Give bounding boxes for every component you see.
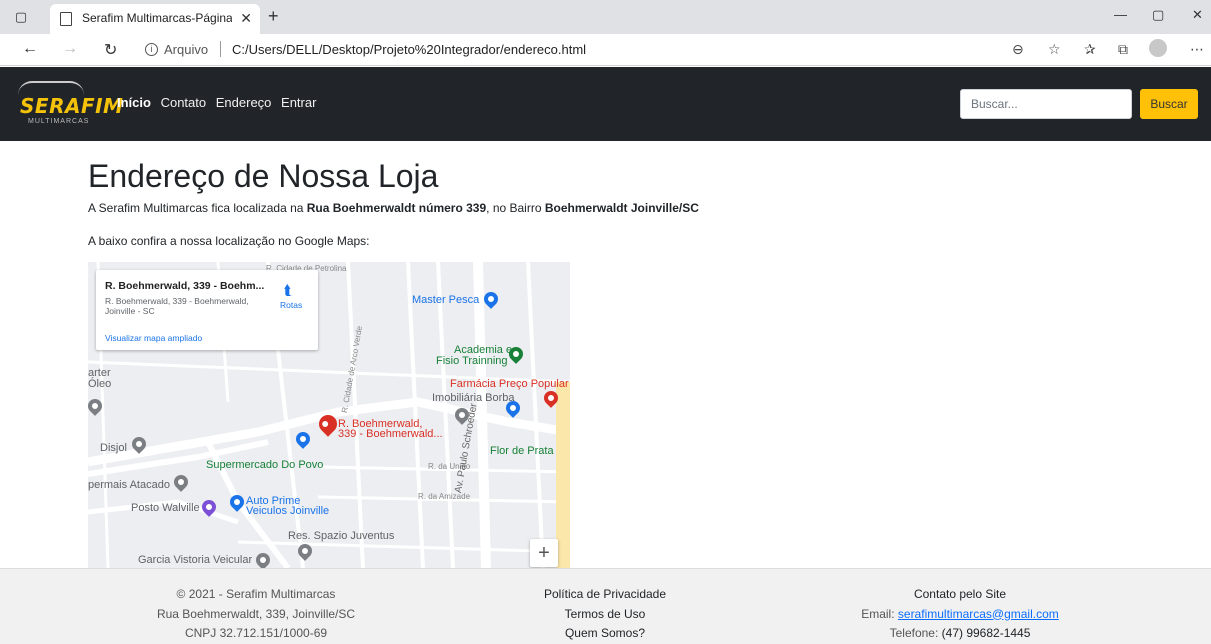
logo-subtext: MULTIMARCAS: [28, 118, 90, 125]
nav-link-endereco[interactable]: Endereço: [216, 95, 272, 110]
search-input[interactable]: [960, 89, 1132, 119]
zoom-in-button[interactable]: +: [530, 539, 558, 567]
map-card-title: R. Boehmerwald, 339 - Boehm...: [105, 280, 265, 292]
minimize-icon[interactable]: —: [1114, 7, 1127, 22]
place-label[interactable]: Master Pesca: [412, 294, 479, 306]
nav-links: Início Contato Endereço Entrar: [117, 95, 322, 110]
car-logo-icon: [18, 81, 84, 95]
footer-email-link[interactable]: serafimultimarcas@gmail.com: [898, 607, 1059, 621]
place-label[interactable]: Posto Walville: [131, 502, 200, 514]
profile-avatar[interactable]: [1149, 39, 1167, 57]
nav-link-inicio[interactable]: Início: [117, 95, 151, 110]
footer-contact-title: Contato pelo Site: [913, 587, 1007, 601]
place-label[interactable]: Fisio Trainning: [436, 355, 508, 367]
place-label[interactable]: Flor de Prata: [490, 445, 554, 457]
map-card-address: R. Boehmerwald, 339 - Boehmerwald, Joinv…: [105, 296, 249, 316]
sidebar-toggle-icon[interactable]: ▢: [12, 8, 30, 26]
intro-district: Boehmerwaldt Joinville/SC: [544, 201, 699, 215]
url-field[interactable]: C:/Users/DELL/Desktop/Projeto%20Integrad…: [232, 42, 586, 57]
map-info-card: R. Boehmerwald, 339 - Boehm... R. Boehme…: [96, 270, 318, 350]
tab-title: Serafim Multimarcas-Página Inici: [82, 11, 232, 25]
more-icon[interactable]: ⋯: [1190, 41, 1204, 58]
place-label[interactable]: Supermercado Do Povo: [206, 459, 323, 471]
site-logo[interactable]: SERAFIM MULTIMARCAS: [12, 81, 123, 129]
browser-tab[interactable]: Serafim Multimarcas-Página Inici ✕: [50, 4, 260, 34]
place-label[interactable]: permais Atacado: [88, 479, 170, 491]
place-label[interactable]: Óleo: [88, 378, 111, 390]
info-icon[interactable]: i: [145, 43, 158, 56]
footer-company-info: © 2021 - Serafim Multimarcas Rua Boehmer…: [76, 585, 436, 644]
footer-link-about[interactable]: Quem Somos?: [425, 624, 785, 644]
close-tab-icon[interactable]: ✕: [240, 10, 252, 27]
footer-email-line: Email: serafimultimarcas@gmail.com: [780, 605, 1140, 625]
footer-links: Política de Privacidade Termos de Uso Qu…: [425, 585, 785, 644]
refresh-icon[interactable]: ↻: [104, 40, 117, 60]
place-label[interactable]: Disjol: [100, 442, 127, 454]
back-arrow-icon[interactable]: ←: [22, 40, 38, 58]
place-label[interactable]: Res. Spazio Juventus: [288, 530, 394, 542]
footer-cnpj: CNPJ 32.712.151/1000-69: [184, 626, 328, 640]
place-label[interactable]: Imobiliária Borba: [432, 392, 515, 404]
google-map[interactable]: R. Cidade de Petrolina R. da União R. da…: [88, 262, 570, 568]
intro-middle: , no Bairro: [486, 201, 545, 215]
address-bar: ← → ↻ i Arquivo C:/Users/DELL/Desktop/Pr…: [0, 34, 1211, 66]
view-larger-map-link[interactable]: Visualizar mapa ampliado: [105, 333, 202, 343]
footer-link-privacy[interactable]: Política de Privacidade: [425, 585, 785, 605]
browser-tab-bar: ▢ Serafim Multimarcas-Página Inici ✕ + —…: [0, 0, 1211, 34]
address-scheme-label: Arquivo: [164, 42, 209, 57]
intro-prefix: A Serafim Multimarcas fica localizada na: [88, 201, 307, 215]
intro-street: Rua Boehmerwaldt número 339: [306, 201, 487, 215]
site-navbar: SERAFIM MULTIMARCAS Início Contato Ender…: [0, 67, 1211, 141]
directions-link[interactable]: Rotas: [280, 300, 302, 310]
place-label[interactable]: Garcia Vistoria Veicular: [138, 554, 252, 566]
forward-arrow-icon[interactable]: →: [62, 40, 78, 58]
footer-phone-label: Telefone:: [889, 626, 942, 640]
collections-icon[interactable]: ⧉: [1118, 41, 1128, 58]
footer-link-terms[interactable]: Termos de Uso: [425, 605, 785, 625]
page-icon: [60, 12, 72, 26]
footer-phone: (47) 99682-1445: [941, 626, 1031, 640]
directions-icon[interactable]: ⮬: [284, 282, 292, 299]
place-label[interactable]: Veiculos Joinville: [246, 505, 329, 517]
page-title: Endereço de Nossa Loja: [88, 158, 439, 194]
footer-copyright: © 2021 - Serafim Multimarcas: [176, 587, 336, 601]
new-tab-icon[interactable]: +: [268, 6, 279, 27]
search-button[interactable]: Buscar: [1140, 89, 1198, 119]
map-intro-paragraph: A baixo confira a nossa localização no G…: [88, 234, 370, 248]
zoom-icon[interactable]: ⊖: [1012, 41, 1024, 58]
close-window-icon[interactable]: ✕: [1192, 7, 1203, 23]
address-separator: [220, 41, 221, 57]
place-label[interactable]: Farmácia Preço Popular: [450, 378, 569, 390]
nav-link-entrar[interactable]: Entrar: [281, 95, 316, 110]
nav-link-contato[interactable]: Contato: [161, 95, 207, 110]
favorites-icon[interactable]: ✰: [1084, 41, 1096, 58]
footer-contact: Contato pelo Site Email: serafimultimarc…: [780, 585, 1140, 644]
footer-email-label: Email:: [861, 606, 898, 621]
restore-icon[interactable]: ▢: [1152, 7, 1164, 23]
logo-text: SERAFIM: [20, 94, 124, 118]
address-paragraph: A Serafim Multimarcas fica localizada na…: [88, 201, 699, 215]
favorite-add-icon[interactable]: ☆: [1048, 41, 1061, 58]
footer-phone-line: Telefone: (47) 99682-1445: [780, 624, 1140, 644]
marker-label: 339 - Boehmerwald...: [338, 428, 443, 440]
site-footer: © 2021 - Serafim Multimarcas Rua Boehmer…: [0, 568, 1211, 644]
footer-address: Rua Boehmerwaldt, 339, Joinville/SC: [156, 606, 356, 621]
